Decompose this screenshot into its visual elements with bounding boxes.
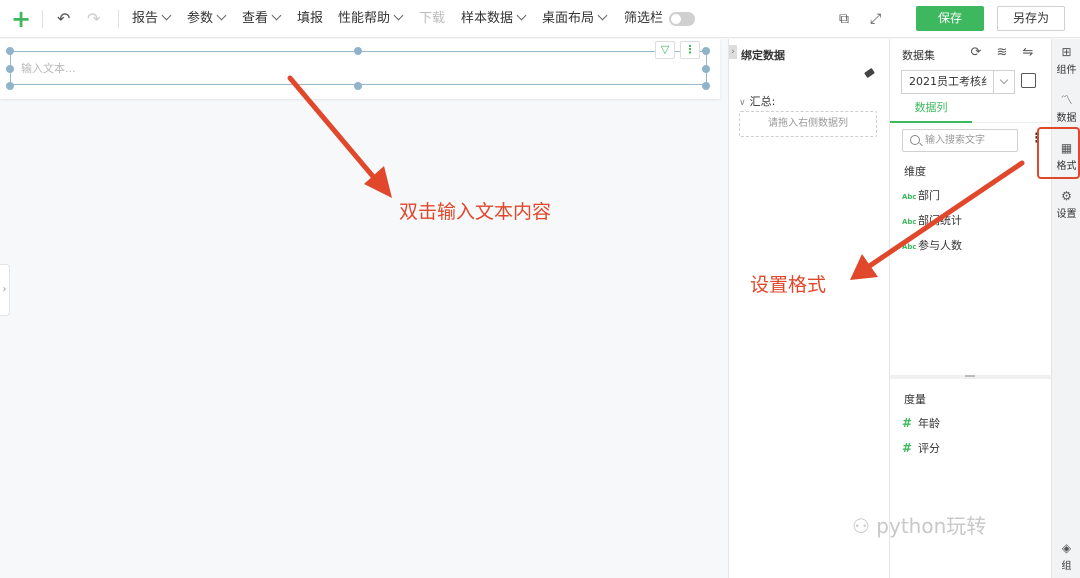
watermark-text: python玩转 [876,514,987,538]
wechat-icon: ⚇ [852,514,877,538]
annotation-arrow-line [287,75,379,183]
annotation-arrows [287,75,1025,280]
annotation-set-format-text: 设置格式 [750,274,827,296]
annotation-double-click-text: 双击输入文本内容 [399,201,552,223]
annotation-arrowhead [850,254,878,280]
watermark: ⚇ python玩转 [852,510,986,539]
annotation-arrow-line [865,160,1025,270]
